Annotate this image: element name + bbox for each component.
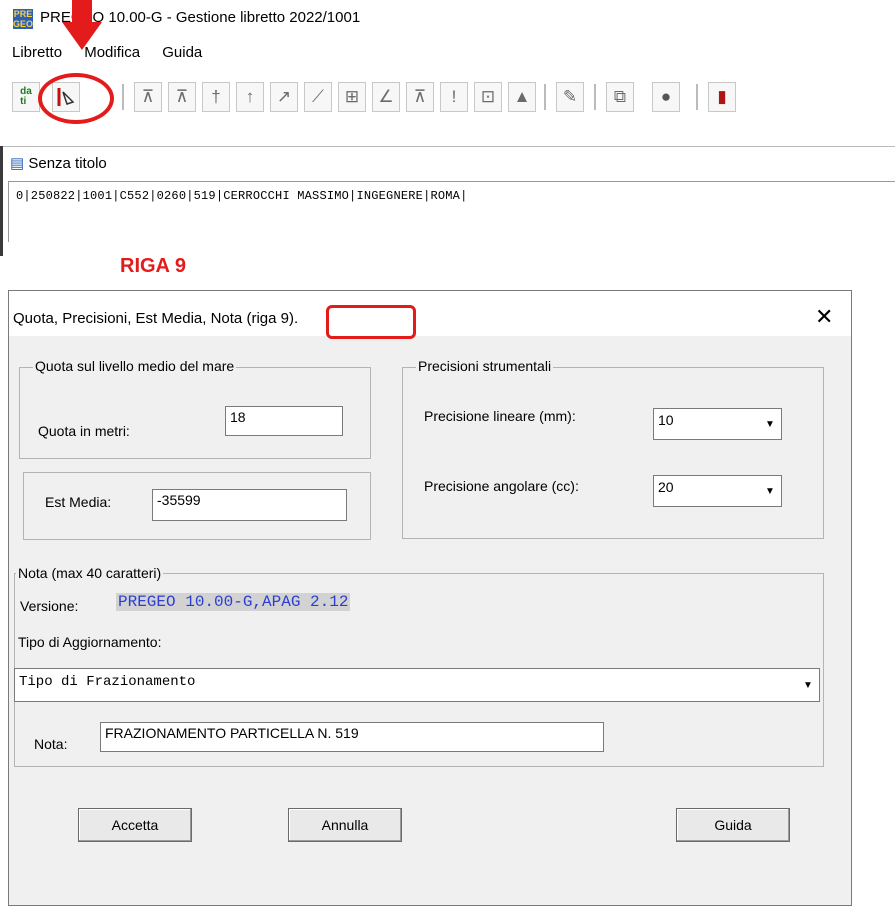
dialog-title: Quota, Precisioni, Est Media, Nota (riga… <box>13 310 299 327</box>
polyline-icon: ↗ <box>276 87 292 106</box>
nota-label: Nota: <box>34 736 68 752</box>
riga-highlight-box <box>326 305 416 339</box>
document-line[interactable]: 0|250822|1001|C552|0260|519|CERROCCHI MA… <box>16 189 467 203</box>
nota-input[interactable]: FRAZIONAMENTO PARTICELLA N. 519 <box>100 722 604 752</box>
versione-value: PREGEO 10.00-G,APAG 2.12 <box>116 593 351 611</box>
polyline-icon-button[interactable]: ↗ <box>270 82 298 112</box>
line-icon-button[interactable]: ⟋ <box>304 82 332 112</box>
line-icon: ⟋ <box>312 87 324 106</box>
prec-lineare-label: Precisione lineare (mm): <box>424 408 576 424</box>
tipo-aggiornamento-label: Tipo di Aggiornamento: <box>18 634 162 650</box>
nota-group-legend: Nota (max 40 caratteri) <box>16 565 164 581</box>
antenna-icon-button[interactable]: † <box>202 82 230 112</box>
exit-icon: ▮ <box>717 87 727 106</box>
app-icon: PRE GEO <box>13 9 34 29</box>
est-media-label: Est Media: <box>45 494 112 510</box>
riga-annotation-label: RIGA 9 <box>120 255 186 277</box>
exit-icon-button[interactable]: ▮ <box>708 82 736 112</box>
window-icon-button[interactable]: ⧉ <box>606 82 634 112</box>
station2-icon-button[interactable]: ⊼ <box>168 82 196 112</box>
frame-icon: ⊞ <box>344 87 360 106</box>
menu-guida[interactable]: Guida <box>162 44 202 61</box>
exclamation-icon-button[interactable]: ! <box>440 82 468 112</box>
toolbar: da ti ⊼ ⊼ † ↑ ↗ ⟋ ⊞ ∠ ⊼ ! ⊡ ▲ ✎ ⧉ ● ▮ <box>10 82 895 116</box>
dialog-title-riga: (riga 9). <box>246 310 299 327</box>
guida-button[interactable]: Guida <box>676 808 790 842</box>
station3-icon-button[interactable]: ⊼ <box>406 82 434 112</box>
quota-group-legend: Quota sul livello medio del mare <box>33 358 237 374</box>
chevron-down-icon[interactable]: ▼ <box>799 671 817 699</box>
station2-icon: ⊼ <box>175 87 189 106</box>
prec-angolare-label: Precisione angolare (cc): <box>424 478 579 494</box>
exclamation-icon: ! <box>451 87 457 106</box>
antenna-icon: † <box>211 87 221 106</box>
arrow-up-icon: ↑ <box>245 87 255 106</box>
window-icon: ⧉ <box>613 87 627 106</box>
globe-icon-button[interactable]: ● <box>652 82 680 112</box>
highlight-circle <box>38 73 114 124</box>
edit-icon-button[interactable]: ✎ <box>556 82 584 112</box>
frame-icon-button[interactable]: ⊞ <box>338 82 366 112</box>
triangle-icon: ▲ <box>513 87 531 106</box>
accetta-button[interactable]: Accetta <box>78 808 192 842</box>
document-title: ▤ Senza titolo <box>10 155 107 172</box>
station3-icon: ⊼ <box>413 87 427 106</box>
est-media-input[interactable]: -35599 <box>152 489 347 521</box>
chevron-down-icon[interactable]: ▼ <box>761 411 779 437</box>
triangle-icon-button[interactable]: ▲ <box>508 82 536 112</box>
quota-input[interactable]: 18 <box>225 406 343 436</box>
dati-tipo-button[interactable]: da ti <box>12 82 40 112</box>
versione-label: Versione: <box>20 598 79 614</box>
parcel-icon: ⊡ <box>480 87 496 106</box>
menu-libretto[interactable]: Libretto <box>12 44 62 61</box>
station-icon-button[interactable]: ⊼ <box>134 82 162 112</box>
close-icon[interactable]: ✕ <box>815 304 833 330</box>
quota-label: Quota in metri: <box>38 423 130 439</box>
precisioni-group <box>402 367 824 539</box>
menu-bar: Libretto Modifica Guida <box>12 44 220 61</box>
arrow-up-icon-button[interactable]: ↑ <box>236 82 264 112</box>
angle-icon-button[interactable]: ∠ <box>372 82 400 112</box>
edit-icon: ✎ <box>562 87 578 106</box>
angle-icon: ∠ <box>378 87 394 106</box>
station-icon: ⊼ <box>141 87 155 106</box>
prec-angolare-select[interactable]: 20 ▼ <box>653 475 782 507</box>
red-arrow-icon <box>62 0 102 50</box>
prec-lineare-select[interactable]: 10 ▼ <box>653 408 782 440</box>
parcel-icon-button[interactable]: ⊡ <box>474 82 502 112</box>
tipo-aggiornamento-select[interactable]: Tipo di Frazionamento ▼ <box>14 668 820 702</box>
globe-icon: ● <box>660 87 672 106</box>
chevron-down-icon[interactable]: ▼ <box>761 478 779 504</box>
document-icon: ▤ <box>10 155 25 172</box>
annulla-button[interactable]: Annulla <box>288 808 402 842</box>
precisioni-group-legend: Precisioni strumentali <box>416 358 554 374</box>
